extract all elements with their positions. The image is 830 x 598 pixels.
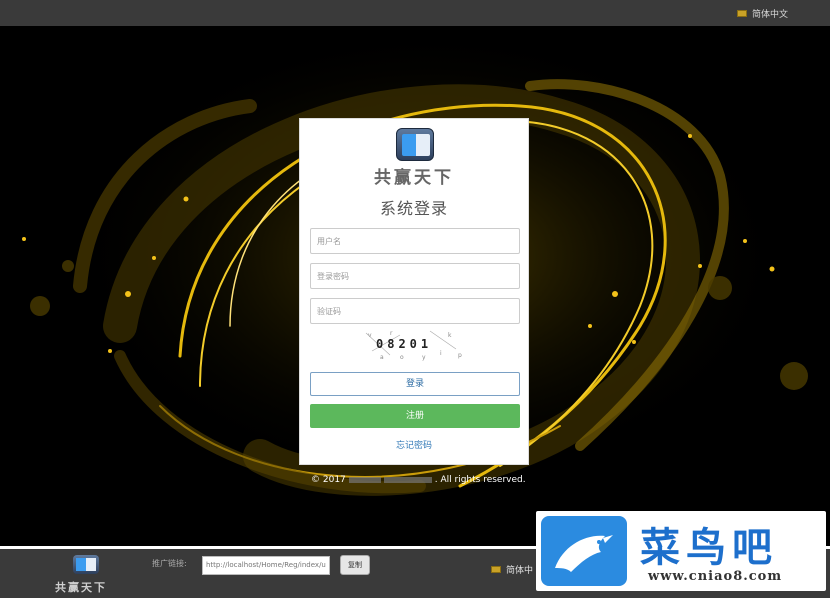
watermark-url: www.cniao8.com bbox=[648, 569, 783, 584]
copyright-suffix: . All rights reserved. bbox=[434, 475, 526, 485]
redacted-text bbox=[383, 477, 432, 483]
bird-logo-icon bbox=[541, 516, 627, 586]
watermark: 菜鸟吧 www.cniao8.com bbox=[536, 511, 826, 591]
captcha-input[interactable] bbox=[310, 298, 520, 324]
finder-logo-icon bbox=[396, 128, 434, 161]
promo-label: 推广链接: bbox=[152, 559, 187, 568]
svg-text:o: o bbox=[400, 354, 404, 361]
password-input[interactable] bbox=[310, 263, 520, 289]
brand-name: 共赢天下 bbox=[374, 168, 454, 188]
login-button[interactable]: 登录 bbox=[310, 372, 520, 396]
promo-url-field[interactable]: http://localhost/Home/Reg/index/u bbox=[202, 556, 330, 575]
finder-logo-icon bbox=[73, 555, 99, 574]
language-switch-bottom[interactable]: 简体中 bbox=[491, 563, 533, 576]
register-button[interactable]: 注册 bbox=[310, 404, 520, 428]
svg-text:i: i bbox=[440, 350, 442, 357]
svg-text:p: p bbox=[458, 352, 462, 359]
svg-text:r: r bbox=[390, 330, 393, 337]
language-switch-top[interactable]: 简体中文 bbox=[736, 7, 788, 20]
top-bar: 简体中文 bbox=[0, 0, 830, 26]
watermark-title: 菜鸟吧 bbox=[640, 524, 778, 571]
copyright: © 2017 . All rights reserved. bbox=[311, 475, 526, 485]
language-label: 简体中文 bbox=[751, 10, 788, 20]
captcha-text: 08201 bbox=[376, 337, 432, 351]
language-label: 简体中 bbox=[506, 566, 534, 576]
copyright-prefix: © 2017 bbox=[311, 475, 346, 485]
login-card: 共赢天下 系统登录 vrkp yaoi 08201 登录 注册 忘记密码 bbox=[299, 118, 529, 465]
copy-button[interactable]: 复制 bbox=[340, 555, 370, 575]
flag-icon bbox=[491, 566, 501, 573]
bottom-brand: 共赢天下 bbox=[55, 581, 107, 594]
svg-text:y: y bbox=[422, 354, 426, 361]
svg-text:a: a bbox=[380, 354, 384, 361]
username-input[interactable] bbox=[310, 228, 520, 254]
redacted-text bbox=[348, 477, 381, 483]
svg-text:k: k bbox=[448, 332, 452, 339]
flag-icon bbox=[736, 10, 747, 17]
login-title: 系统登录 bbox=[379, 199, 448, 218]
captcha-image[interactable]: v r kp ya oi 08201 bbox=[360, 329, 470, 361]
forgot-password-link[interactable]: 忘记密码 bbox=[300, 438, 528, 451]
